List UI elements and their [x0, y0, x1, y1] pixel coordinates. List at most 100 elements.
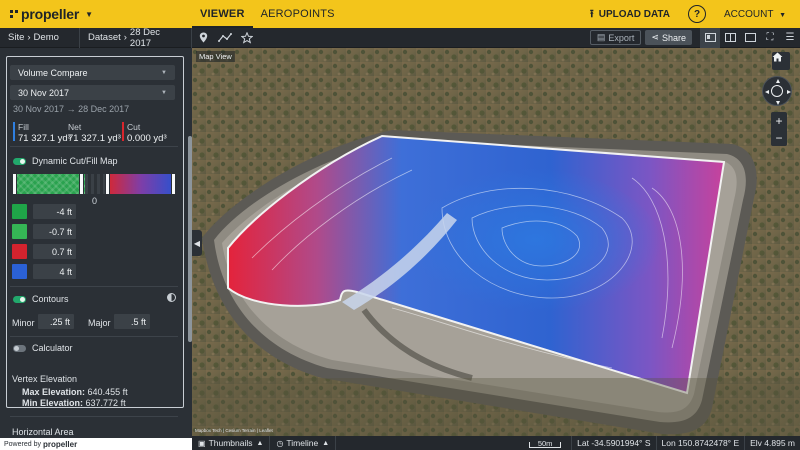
- neutral-band: [85, 174, 105, 194]
- divider: [10, 336, 178, 337]
- share-label: Share: [661, 32, 686, 43]
- compare-mode-value: Volume Compare: [18, 67, 88, 78]
- dynamic-map-toggle[interactable]: [13, 158, 26, 165]
- max-elevation-label: Max Elevation:: [22, 387, 86, 397]
- cut-fill-colormap[interactable]: [12, 173, 178, 195]
- threshold-swatch[interactable]: [12, 264, 27, 279]
- clock-icon: ◷: [276, 438, 284, 448]
- tab-aeropoints[interactable]: AEROPOINTS: [253, 0, 343, 28]
- timeline-button[interactable]: ◷ Timeline ▲: [270, 436, 337, 450]
- calculator-toggle[interactable]: [13, 345, 26, 352]
- colormap-zero-label: 0: [92, 196, 98, 206]
- threshold-unit: ft: [66, 246, 72, 257]
- net-stat: Net 71 327.1 yd³: [63, 122, 121, 144]
- cut-value: 0.000 yd³: [127, 133, 167, 144]
- minus-icon[interactable]: −: [771, 129, 787, 146]
- divider: [10, 146, 178, 147]
- longitude-readout: Lon 150.8742478° E: [655, 436, 745, 450]
- star-icon[interactable]: [236, 28, 258, 48]
- fill-gradient: [13, 174, 85, 194]
- threshold-value: 4: [59, 266, 65, 277]
- map-view-toggle[interactable]: [700, 27, 720, 48]
- latitude-readout: Lat -34.5901994° S: [571, 436, 655, 450]
- tab-viewer[interactable]: VIEWER: [192, 0, 253, 28]
- map-status-bar: ▣ Thumbnails ▲ ◷ Timeline ▲ 50m Lat -34.…: [192, 436, 800, 450]
- timeline-label: Timeline: [286, 438, 319, 448]
- threshold-input[interactable]: 0.7 ft: [33, 244, 76, 259]
- line-measure-icon[interactable]: [214, 28, 236, 48]
- date-range: 30 Nov 2017 → 28 Dec 2017: [13, 104, 129, 114]
- settings-icon[interactable]: ☰: [780, 28, 800, 48]
- plus-icon[interactable]: +: [771, 112, 787, 129]
- threshold-input[interactable]: 4 ft: [33, 264, 76, 279]
- threshold-swatch[interactable]: [12, 204, 27, 219]
- breadcrumb-dataset-label: Dataset: [88, 32, 121, 43]
- colormap-handle[interactable]: [12, 173, 17, 195]
- powered-by-footer: Powered by propeller: [0, 438, 192, 450]
- minor-interval-input[interactable]: .25 ft: [38, 314, 74, 329]
- breadcrumb-site-label: Site: [8, 32, 25, 43]
- logo-icon: [10, 10, 18, 18]
- map-viewport[interactable]: Map View ◀ + − Mapbox Tech | Cesium Terr…: [192, 48, 800, 436]
- colormap-handle[interactable]: [105, 173, 110, 195]
- map-view-icon: [704, 33, 716, 42]
- breadcrumb-site[interactable]: Site › Demo: [0, 27, 80, 48]
- pin-icon[interactable]: [192, 28, 214, 48]
- thumbnails-label: Thumbnails: [208, 438, 253, 448]
- min-elevation-label: Min Elevation:: [22, 398, 84, 408]
- breadcrumb-dataset[interactable]: Dataset › 28 Dec 2017: [80, 26, 192, 49]
- colormap-handle[interactable]: [171, 173, 176, 195]
- upload-data-button[interactable]: ⭱ UPLOAD DATA: [590, 5, 670, 24]
- min-elevation-value: 637.772 ft: [85, 398, 126, 408]
- powered-by-brand: propeller: [42, 439, 78, 449]
- fill-color-bar: [13, 122, 15, 141]
- compare-date-dropdown[interactable]: 30 Nov 2017 ▼: [10, 85, 175, 100]
- major-interval-input[interactable]: .5 ft: [114, 314, 150, 329]
- fill-label: Fill: [18, 122, 29, 132]
- colormap-handle[interactable]: [79, 173, 84, 195]
- collapse-sidebar-button[interactable]: ◀: [192, 230, 202, 256]
- cut-label: Cut: [127, 122, 141, 132]
- contrast-icon[interactable]: [167, 293, 176, 302]
- account-menu[interactable]: ACCOUNT ▼: [724, 9, 786, 20]
- cut-stat: Cut 0.000 yd³: [122, 122, 167, 144]
- map-attribution: Mapbox Tech | Cesium Terrain | Leaflet: [195, 428, 273, 433]
- upload-icon: ⭱: [589, 7, 594, 20]
- threshold-swatch[interactable]: [12, 244, 27, 259]
- compass-icon[interactable]: [762, 76, 792, 106]
- threshold-unit: ft: [66, 226, 72, 237]
- threshold-value: 0.7: [51, 246, 65, 257]
- cut-color-bar: [122, 122, 124, 141]
- cut-gradient: [106, 174, 176, 194]
- threshold-input[interactable]: -0.7 ft: [33, 224, 76, 239]
- compare-mode-dropdown[interactable]: Volume Compare ▼: [10, 65, 175, 80]
- help-icon[interactable]: ?: [688, 5, 707, 23]
- fullscreen-icon[interactable]: ⛶: [760, 28, 780, 48]
- export-button[interactable]: ▤ Export: [589, 30, 642, 45]
- threshold-value: -0.7: [48, 226, 65, 237]
- net-value: 71 327.1 yd³: [68, 133, 121, 144]
- thumbnails-button[interactable]: ▣ Thumbnails ▲: [192, 436, 271, 450]
- breadcrumb-separator: ›: [27, 32, 31, 43]
- date-range-to: 28 Dec 2017: [78, 104, 130, 114]
- map-view-label: Map View: [196, 51, 235, 62]
- panel-view-toggle[interactable]: [740, 28, 760, 48]
- context-toolbar: Site › Demo Dataset › 28 Dec 2017 ▤ Expo…: [0, 26, 800, 49]
- export-icon: ▤: [596, 32, 606, 42]
- threshold-swatch[interactable]: [12, 224, 27, 239]
- threshold-input[interactable]: -4 ft: [33, 204, 76, 219]
- contours-toggle[interactable]: [13, 296, 26, 303]
- brand-menu[interactable]: propeller ▼: [0, 0, 192, 28]
- breadcrumb-dataset-value: 28 Dec 2017: [129, 26, 161, 49]
- arrow-right-icon: →: [66, 104, 76, 114]
- chevron-down-icon: ▼: [85, 9, 94, 19]
- threshold-value: -4: [56, 206, 65, 217]
- home-icon[interactable]: [772, 52, 790, 70]
- breadcrumb-separator: ›: [123, 32, 127, 43]
- zoom-controls: + −: [771, 112, 787, 146]
- split-view-toggle[interactable]: [720, 28, 740, 48]
- net-label: Net: [68, 122, 82, 132]
- breadcrumb-site-value: Demo: [33, 32, 59, 43]
- share-button[interactable]: ⋖ Share: [645, 30, 692, 45]
- chevron-up-icon: ▲: [322, 439, 330, 447]
